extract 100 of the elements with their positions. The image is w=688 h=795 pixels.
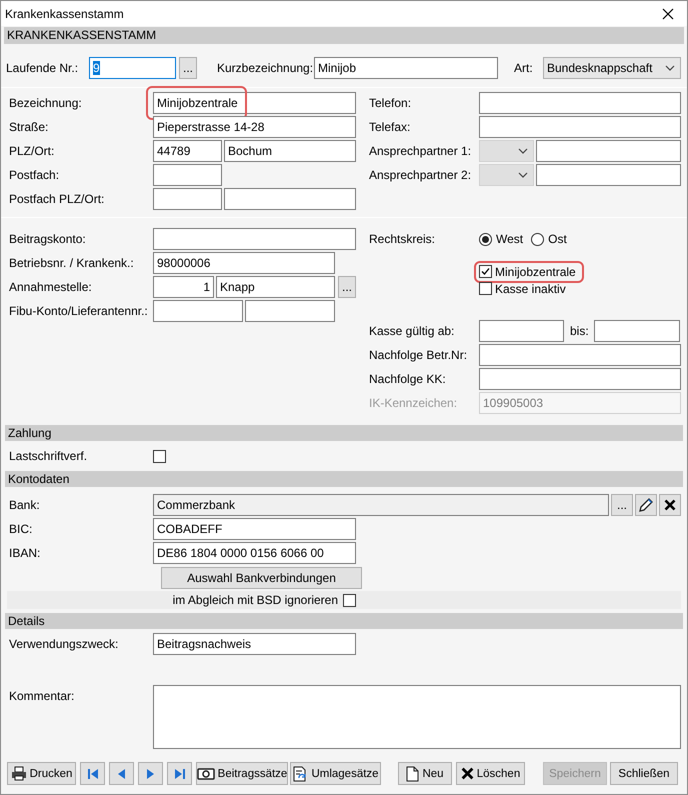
radio-button[interactable]: Ost	[531, 232, 567, 246]
text-field[interactable]: Pieperstrasse 14-28	[153, 116, 356, 138]
radio-button[interactable]: West	[479, 232, 524, 246]
cross-icon	[460, 767, 474, 780]
remove-button[interactable]	[659, 494, 681, 516]
last-record-button[interactable]	[167, 762, 192, 785]
field-label: Nachfolge Betr.Nr:	[369, 348, 468, 362]
checkbox-label: Kasse inaktiv	[495, 282, 566, 296]
field-label: Kurzbezeichnung:	[217, 61, 314, 75]
field-label: Kasse gültig ab:	[369, 324, 456, 338]
field-label: Ansprechpartner 1:	[369, 144, 472, 158]
text-field[interactable]: Beitragsnachweis	[153, 633, 356, 655]
chevron-down-icon	[518, 172, 528, 178]
chevron-down-icon	[518, 148, 528, 154]
text-field[interactable]	[479, 368, 681, 390]
text-field[interactable]: 1	[153, 276, 214, 298]
edit-button[interactable]	[635, 494, 657, 516]
pencil-icon	[638, 497, 654, 513]
checkbox[interactable]	[479, 282, 492, 295]
field-label: IK-Kennzeichen:	[369, 396, 458, 410]
cross-icon	[664, 499, 676, 511]
field-label: bis:	[570, 324, 590, 338]
close-icon[interactable]	[662, 8, 674, 20]
section-header: Details	[5, 613, 683, 629]
print-button[interactable]: Drucken	[7, 762, 76, 785]
section-header: Kontodaten	[5, 471, 683, 487]
previous-button[interactable]	[109, 762, 134, 785]
close-button[interactable]: Schließen	[610, 762, 678, 785]
next-button[interactable]	[138, 762, 163, 785]
field-label: Bezeichnung:	[9, 96, 83, 110]
triangle-left-icon	[117, 768, 126, 778]
field-label: Lastschriftverf.	[9, 449, 88, 463]
field-label: Beitragskonto:	[9, 232, 87, 246]
field-label: BIC:	[9, 521, 34, 536]
field-label: Telefax:	[369, 120, 412, 134]
section-header: KRANKENKASSENSTAMM	[4, 27, 684, 44]
text-area[interactable]	[153, 685, 681, 749]
checkbox[interactable]	[479, 265, 492, 278]
text-field[interactable]	[153, 188, 222, 210]
browse-button[interactable]: ...	[179, 57, 197, 79]
text-field[interactable]: Commerzbank	[153, 494, 609, 516]
new-button[interactable]: Neu	[398, 762, 452, 785]
dropdown[interactable]: Bundesknappschaft	[543, 57, 681, 79]
field-label: Telefon:	[369, 96, 412, 110]
text-field[interactable]: Knapp	[216, 276, 335, 298]
browse-button[interactable]: ...	[611, 494, 633, 516]
field-label: Kommentar:	[9, 688, 76, 703]
field-label: Postfach PLZ/Ort:	[9, 192, 106, 206]
text-field[interactable]	[245, 300, 335, 322]
field-label: Fibu-Konto/Lieferantennr.:	[9, 304, 149, 318]
text-field[interactable]: Minijob	[314, 57, 498, 79]
text-field[interactable]	[536, 140, 681, 162]
field-label: Betriebsnr. / Krankenk.:	[9, 256, 135, 270]
field-label: Nachfolge KK:	[369, 372, 447, 386]
skip-last-icon	[174, 768, 186, 778]
text-field[interactable]	[479, 320, 564, 342]
field-label: Postfach:	[9, 168, 60, 182]
field-label: Straße:	[9, 120, 50, 134]
text-field[interactable]: COBADEFF	[153, 518, 356, 540]
section-header: Zahlung	[5, 425, 683, 441]
delete-button[interactable]: Löschen	[456, 762, 525, 785]
checkbox-label: Minijobzentrale	[495, 264, 576, 278]
text-field[interactable]: 98000006	[153, 252, 335, 274]
select-bank-button[interactable]: Auswahl Bankverbindungen	[161, 567, 362, 589]
text-field[interactable]	[594, 320, 680, 342]
checkbox-label: im Abgleich mit BSD ignorieren	[172, 593, 338, 607]
chevron-down-icon	[665, 65, 675, 71]
field-label: IBAN:	[9, 545, 42, 560]
text-field[interactable]: Bochum	[224, 140, 356, 162]
text-field[interactable]: 9	[89, 57, 176, 79]
field-label: Verwendungszweck:	[9, 636, 120, 651]
document-icon	[292, 766, 308, 782]
skip-first-icon	[86, 768, 98, 778]
field-label: Annahmestelle:	[9, 280, 93, 294]
field-label: Bank:	[9, 497, 41, 512]
checkbox[interactable]	[153, 450, 166, 462]
text-field[interactable]	[224, 188, 356, 210]
toolbar-button[interactable]: Umlagesätze	[290, 762, 381, 785]
text-field[interactable]	[153, 300, 243, 322]
checkbox[interactable]	[343, 594, 356, 606]
text-field[interactable]	[153, 228, 356, 250]
field-label: Ansprechpartner 2:	[369, 168, 472, 182]
field-label: Rechtskreis:	[369, 232, 436, 246]
banknote-icon	[196, 768, 215, 780]
browse-button[interactable]: ...	[338, 276, 356, 298]
text-field[interactable]: 44789	[153, 140, 222, 162]
field-label: PLZ/Ort:	[9, 144, 56, 158]
text-field[interactable]	[479, 344, 681, 366]
window-title: Krankenkassenstamm	[5, 6, 124, 20]
text-field[interactable]: DE86 1804 0000 0156 6066 00	[153, 542, 356, 564]
toolbar-button[interactable]: Beitragssätze	[196, 762, 288, 785]
text-field[interactable]	[479, 92, 681, 114]
text-field[interactable]: Minijobzentrale	[153, 92, 356, 114]
first-record-button[interactable]	[80, 762, 105, 785]
text-field[interactable]	[153, 164, 222, 186]
printer-icon	[10, 766, 27, 781]
text-field[interactable]	[536, 164, 681, 186]
field-label: Art:	[514, 61, 534, 75]
triangle-right-icon	[146, 768, 155, 778]
text-field[interactable]	[479, 116, 681, 138]
